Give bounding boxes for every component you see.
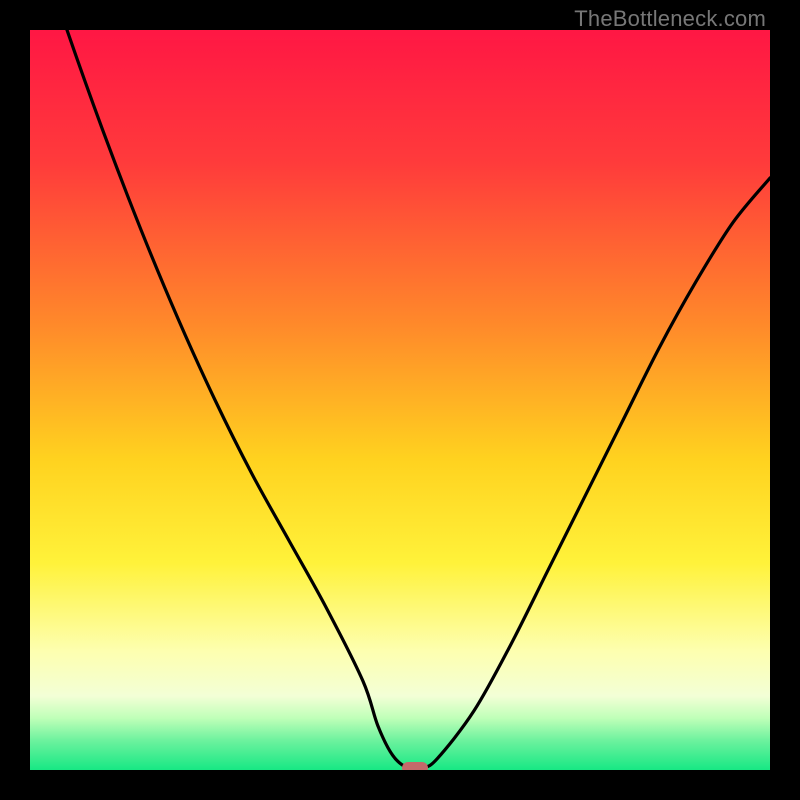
plot-area [30,30,770,770]
watermark-text: TheBottleneck.com [574,6,766,32]
optimal-point-marker [402,762,428,770]
bottleneck-curve [30,30,770,770]
chart-frame: TheBottleneck.com [0,0,800,800]
